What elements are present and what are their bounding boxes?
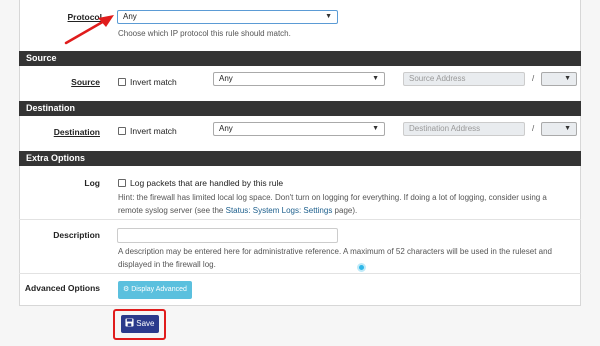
destination-section-header: Destination <box>19 101 581 116</box>
log-checkbox-label: Log packets that are handled by this rul… <box>130 178 284 188</box>
save-icon <box>125 318 134 327</box>
source-label: Source <box>71 77 100 87</box>
source-invert-checkbox[interactable] <box>118 78 126 86</box>
divider <box>19 273 581 274</box>
annotation-arrow-icon <box>64 15 114 45</box>
destination-type-select[interactable]: Any ▼ <box>213 122 385 136</box>
destination-address-input[interactable]: Destination Address <box>403 122 525 136</box>
chevron-down-icon: ▼ <box>372 125 379 132</box>
log-hint-post: page). <box>332 206 358 215</box>
system-logs-settings-link[interactable]: Status: System Logs: Settings <box>226 206 333 215</box>
description-help-line1: A description may be entered here for ad… <box>118 247 552 256</box>
log-hint-pre: remote syslog server (see the <box>118 206 226 215</box>
description-help: A description may be entered here for ad… <box>118 245 580 271</box>
chevron-down-icon: ▼ <box>372 75 379 82</box>
source-section-header: Source <box>19 51 581 66</box>
description-input[interactable] <box>117 228 338 243</box>
source-mask-select[interactable]: ▼ <box>541 72 577 86</box>
destination-invert-checkbox[interactable] <box>118 127 126 135</box>
chevron-down-icon: ▼ <box>564 125 571 132</box>
log-hint: Hint: the firewall has limited local log… <box>118 191 580 217</box>
log-checkbox[interactable] <box>118 179 126 187</box>
source-type-select[interactable]: Any ▼ <box>213 72 385 86</box>
destination-label: Destination <box>53 127 100 137</box>
source-mask-slash: / <box>532 74 535 83</box>
destination-type-value: Any <box>219 124 233 133</box>
description-help-line2: displayed in the firewall log. <box>118 260 216 269</box>
cursor-icon <box>357 263 366 272</box>
description-label: Description <box>53 230 100 240</box>
protocol-select[interactable]: Any ▼ <box>117 10 338 24</box>
destination-invert-label: Invert match <box>130 126 177 136</box>
log-hint-line2: remote syslog server (see the Status: Sy… <box>118 204 580 217</box>
save-button[interactable]: Save <box>121 315 159 333</box>
protocol-help: Choose which IP protocol this rule shoul… <box>118 29 291 38</box>
display-advanced-button[interactable]: ⚙ Display Advanced <box>118 281 192 299</box>
save-label: Save <box>136 319 155 328</box>
advanced-options-label: Advanced Options <box>24 283 100 293</box>
gear-icon: ⚙ <box>123 286 130 293</box>
log-label: Log <box>84 178 100 188</box>
log-hint-line1: Hint: the firewall has limited local log… <box>118 193 547 202</box>
source-type-value: Any <box>219 74 233 83</box>
divider <box>19 219 581 220</box>
destination-mask-slash: / <box>532 124 535 133</box>
source-address-input[interactable]: Source Address <box>403 72 525 86</box>
destination-mask-select[interactable]: ▼ <box>541 122 577 136</box>
chevron-down-icon: ▼ <box>325 13 332 20</box>
source-invert-label: Invert match <box>130 77 177 87</box>
extra-options-section-header: Extra Options <box>19 151 581 166</box>
chevron-down-icon: ▼ <box>564 75 571 82</box>
display-advanced-label: Display Advanced <box>131 286 187 293</box>
protocol-select-value: Any <box>123 12 137 21</box>
